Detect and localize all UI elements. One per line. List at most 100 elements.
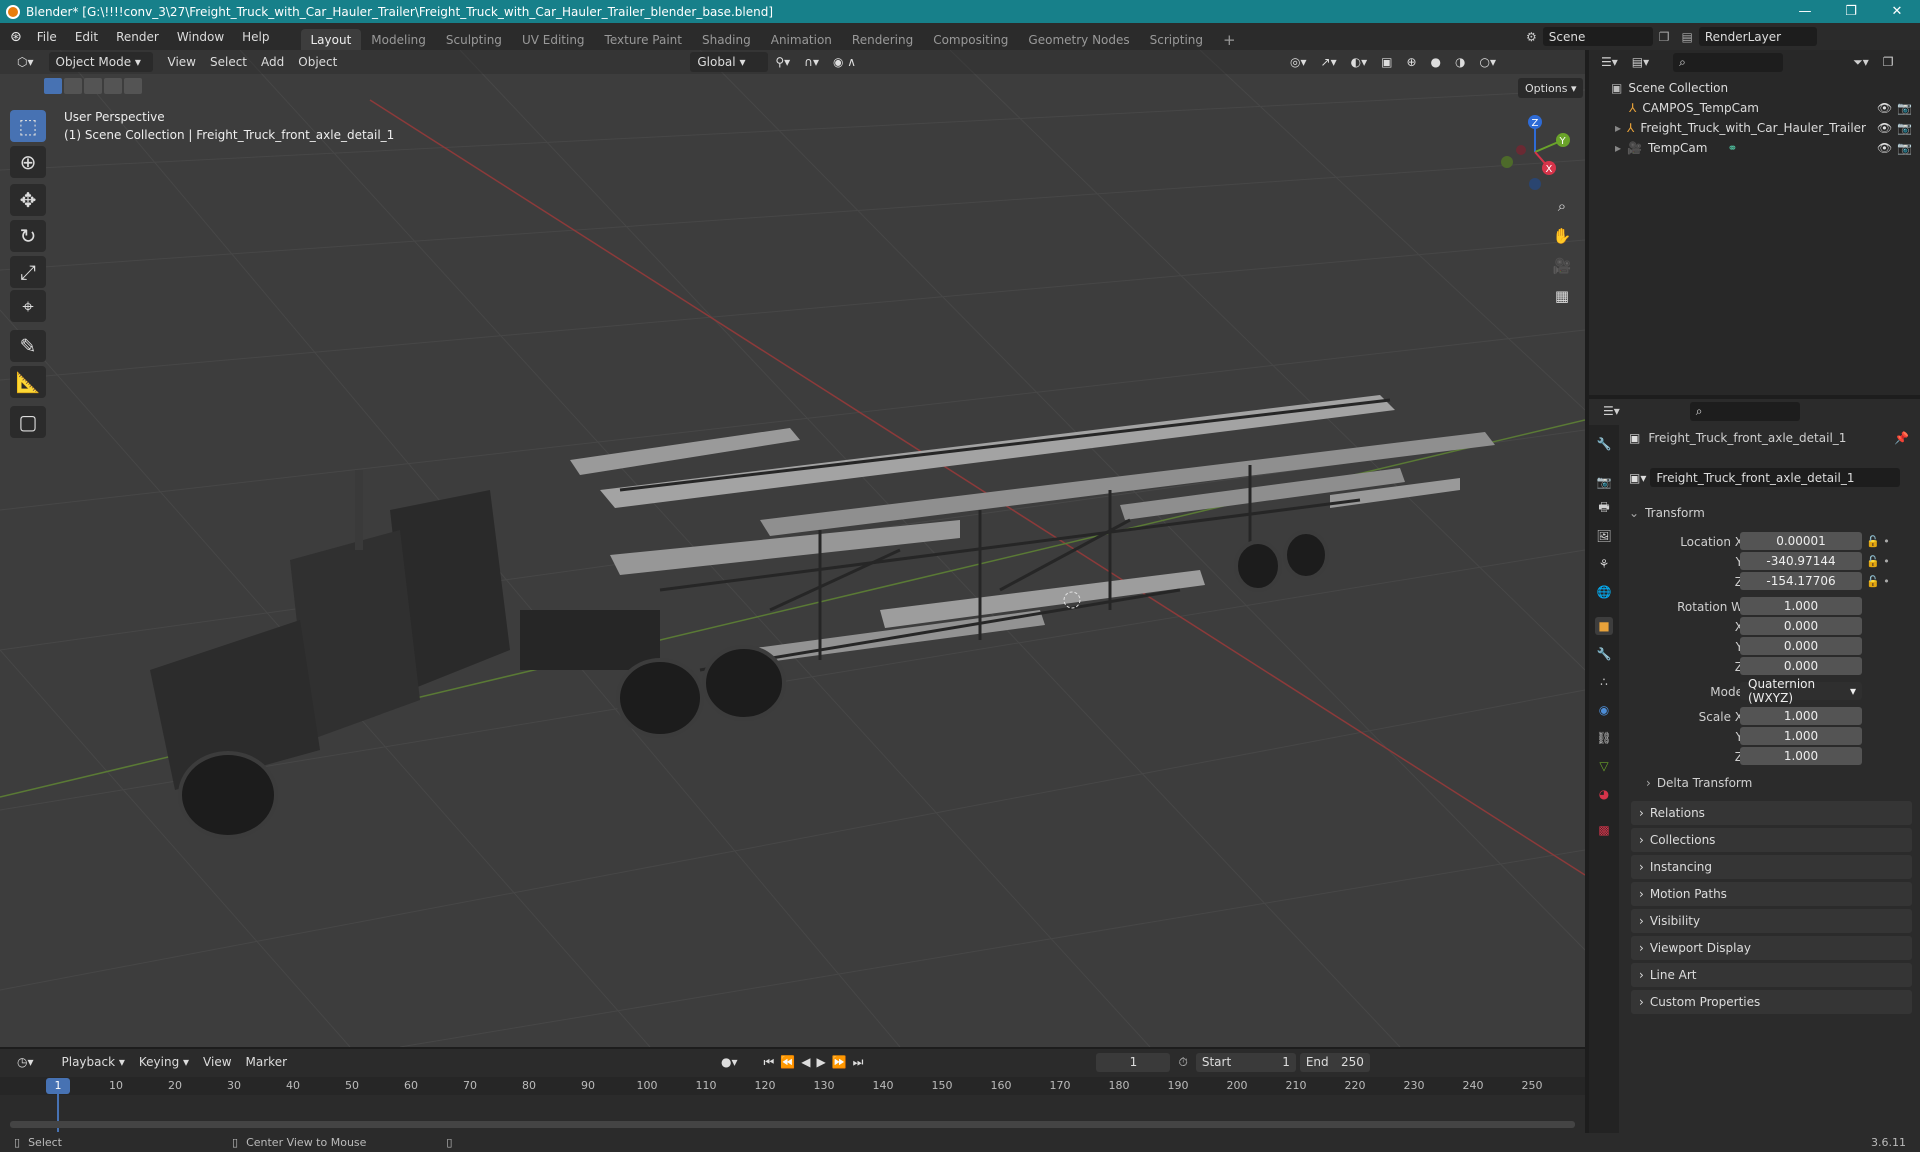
select-invert-icon[interactable] xyxy=(104,78,122,94)
location-y-field[interactable]: -340.97144 xyxy=(1740,552,1862,570)
menu-timeline-view[interactable]: View xyxy=(196,1052,238,1072)
render-camera-icon[interactable]: 📷 xyxy=(1897,141,1912,155)
eye-icon[interactable]: 👁 xyxy=(1877,141,1892,155)
record-icon[interactable]: ●▾ xyxy=(714,1052,745,1072)
scale-z-field[interactable]: 1.000 xyxy=(1740,747,1862,765)
material-tab-icon[interactable]: ◕ xyxy=(1595,785,1613,803)
mode-selector[interactable]: Object Mode ▾ xyxy=(48,52,153,72)
texture-tab-icon[interactable]: ▩ xyxy=(1595,821,1613,839)
filter-icon[interactable]: ⏷▾ xyxy=(1853,55,1869,70)
clock-icon[interactable]: ⏱ xyxy=(1178,1055,1187,1070)
measure-tool[interactable]: 📐 xyxy=(10,366,46,398)
end-frame-field[interactable]: End 250 xyxy=(1299,1052,1370,1072)
render-tab-icon[interactable]: 📷 xyxy=(1595,473,1613,491)
outliner-item-campos[interactable]: ⅄ CAMPOS_TempCam 👁 📷 xyxy=(1589,98,1920,118)
eye-icon[interactable]: 👁 xyxy=(1877,101,1892,115)
navigation-gizmo[interactable]: Z Y X xyxy=(1495,112,1575,192)
section-collections[interactable]: › Collections xyxy=(1631,828,1912,852)
timeline-editor-icon[interactable]: ◷▾ xyxy=(10,1052,41,1072)
section-motion-paths[interactable]: › Motion Paths xyxy=(1631,882,1912,906)
new-collection-icon[interactable]: ❐ xyxy=(1883,55,1894,69)
tool-tab-icon[interactable]: 🔧 xyxy=(1595,435,1613,453)
camera-data-icon[interactable]: ⚭ xyxy=(1727,141,1737,155)
expand-arrow-icon[interactable]: ▸ xyxy=(1615,141,1621,155)
cursor-tool[interactable]: ⊕ xyxy=(10,146,46,178)
scene-selector[interactable]: Scene xyxy=(1542,27,1653,46)
outliner-item-freight-truck[interactable]: ▸ ⅄ Freight_Truck_with_Car_Hauler_Traile… xyxy=(1589,118,1920,138)
annotate-tool[interactable]: ✎ xyxy=(10,330,46,362)
shading-material-icon[interactable]: ◑ xyxy=(1448,52,1472,72)
lock-icon[interactable]: 🔓 • xyxy=(1866,572,1916,592)
timeline-ruler[interactable]: 10 20 30 40 50 60 70 80 90 100 110 120 130 140 150 160 1… xyxy=(0,1077,1585,1095)
tab-layout[interactable]: Layout xyxy=(300,29,362,50)
add-workspace-button[interactable]: + xyxy=(1213,29,1246,50)
scene-collection-row[interactable]: ▣ Scene Collection xyxy=(1589,78,1920,98)
collapse-arrow-icon[interactable]: ⌄ xyxy=(1629,506,1639,520)
object-data-tab-icon[interactable]: ▽ xyxy=(1595,757,1613,775)
menu-window[interactable]: Window xyxy=(168,23,233,50)
shading-rendered-icon[interactable]: ○▾ xyxy=(1473,52,1504,72)
camera-view-icon[interactable]: 🎥 xyxy=(1549,253,1575,279)
timeline-scrollbar[interactable] xyxy=(10,1121,1575,1128)
scale-y-field[interactable]: 1.000 xyxy=(1740,727,1862,745)
location-z-field[interactable]: -154.17706 xyxy=(1740,572,1862,590)
close-button[interactable]: ✕ xyxy=(1874,0,1920,23)
select-intersect-icon[interactable] xyxy=(124,78,142,94)
blender-menu-icon[interactable]: ⊛ xyxy=(0,23,28,50)
physics-tab-icon[interactable]: ◉ xyxy=(1595,701,1613,719)
playback-controls[interactable]: ⏮⏪◀▶⏩⏭ xyxy=(757,1052,877,1072)
new-scene-icon[interactable]: ❐ xyxy=(1659,30,1670,44)
start-frame-field[interactable]: Start 1 xyxy=(1195,1052,1296,1072)
maximize-button[interactable]: ❐ xyxy=(1828,0,1874,23)
shading-wireframe-icon[interactable]: ⊕ xyxy=(1399,52,1423,72)
minimize-button[interactable]: — xyxy=(1782,0,1828,23)
snap-icon[interactable]: ∩▾ xyxy=(797,52,826,72)
object-name-field[interactable]: Freight_Truck_front_axle_detail_1 xyxy=(1650,468,1901,487)
move-tool[interactable]: ✥ xyxy=(10,184,46,216)
section-relations[interactable]: › Relations xyxy=(1631,801,1912,825)
tab-uv-editing[interactable]: UV Editing xyxy=(512,29,595,50)
render-camera-icon[interactable]: 📷 xyxy=(1897,121,1912,135)
pin-icon[interactable]: 📌 xyxy=(1894,431,1909,445)
render-layer-selector[interactable]: RenderLayer xyxy=(1698,27,1817,46)
constraints-tab-icon[interactable]: ⛓ xyxy=(1595,729,1613,747)
menu-keying[interactable]: Keying ▾ xyxy=(132,1052,196,1072)
expand-arrow-icon[interactable]: ▸ xyxy=(1615,121,1621,135)
tab-sculpting[interactable]: Sculpting xyxy=(436,29,512,50)
scene-tab-icon[interactable]: ⚘ xyxy=(1595,555,1613,573)
delta-transform-section[interactable]: › Delta Transform xyxy=(1646,776,1752,790)
rotate-tool[interactable]: ↻ xyxy=(10,220,46,252)
ortho-grid-icon[interactable]: ▦ xyxy=(1549,283,1575,309)
menu-select[interactable]: Select xyxy=(203,52,254,72)
zoom-icon[interactable]: ⌕ xyxy=(1549,193,1575,219)
tab-compositing[interactable]: Compositing xyxy=(923,29,1018,50)
gizmo-toggle-icon[interactable]: ↗▾ xyxy=(1314,52,1344,72)
proportional-edit-icon[interactable]: ◉ ∧ xyxy=(826,52,863,72)
tab-geometry-nodes[interactable]: Geometry Nodes xyxy=(1018,29,1139,50)
menu-render[interactable]: Render xyxy=(107,23,168,50)
display-mode-icon[interactable]: ▤▾ xyxy=(1632,55,1649,69)
transform-orientation[interactable]: Global ▾ xyxy=(690,52,769,72)
playhead-frame[interactable]: 1 xyxy=(46,1078,70,1094)
scale-tool[interactable]: ⤢ xyxy=(10,256,46,288)
location-x-field[interactable]: 0.00001 xyxy=(1740,532,1862,550)
menu-marker[interactable]: Marker xyxy=(239,1052,294,1072)
xray-icon[interactable]: ▣ xyxy=(1374,52,1399,72)
render-camera-icon[interactable]: 📷 xyxy=(1897,101,1912,115)
rotation-w-field[interactable]: 1.000 xyxy=(1740,597,1862,615)
transform-section-label[interactable]: Transform xyxy=(1645,506,1705,520)
tab-shading[interactable]: Shading xyxy=(692,29,761,50)
outliner-item-tempcam[interactable]: ▸ 🎥 TempCam ⚭ 👁 📷 xyxy=(1589,138,1920,158)
object-tab-icon[interactable]: ■ xyxy=(1595,617,1613,635)
pan-hand-icon[interactable]: ✋ xyxy=(1549,223,1575,249)
object-browse-icon[interactable]: ▣▾ xyxy=(1629,471,1646,485)
menu-playback[interactable]: Playback ▾ xyxy=(55,1052,132,1072)
section-line-art[interactable]: › Line Art xyxy=(1631,963,1912,987)
section-viewport-display[interactable]: › Viewport Display xyxy=(1631,936,1912,960)
pivot-icon[interactable]: ⚲▾ xyxy=(768,52,797,72)
menu-edit[interactable]: Edit xyxy=(66,23,107,50)
tab-animation[interactable]: Animation xyxy=(761,29,842,50)
visibility-icon[interactable]: ◎▾ xyxy=(1283,52,1314,72)
shading-solid-icon[interactable]: ● xyxy=(1424,52,1448,72)
current-frame-field[interactable]: 1 xyxy=(1096,1052,1171,1072)
